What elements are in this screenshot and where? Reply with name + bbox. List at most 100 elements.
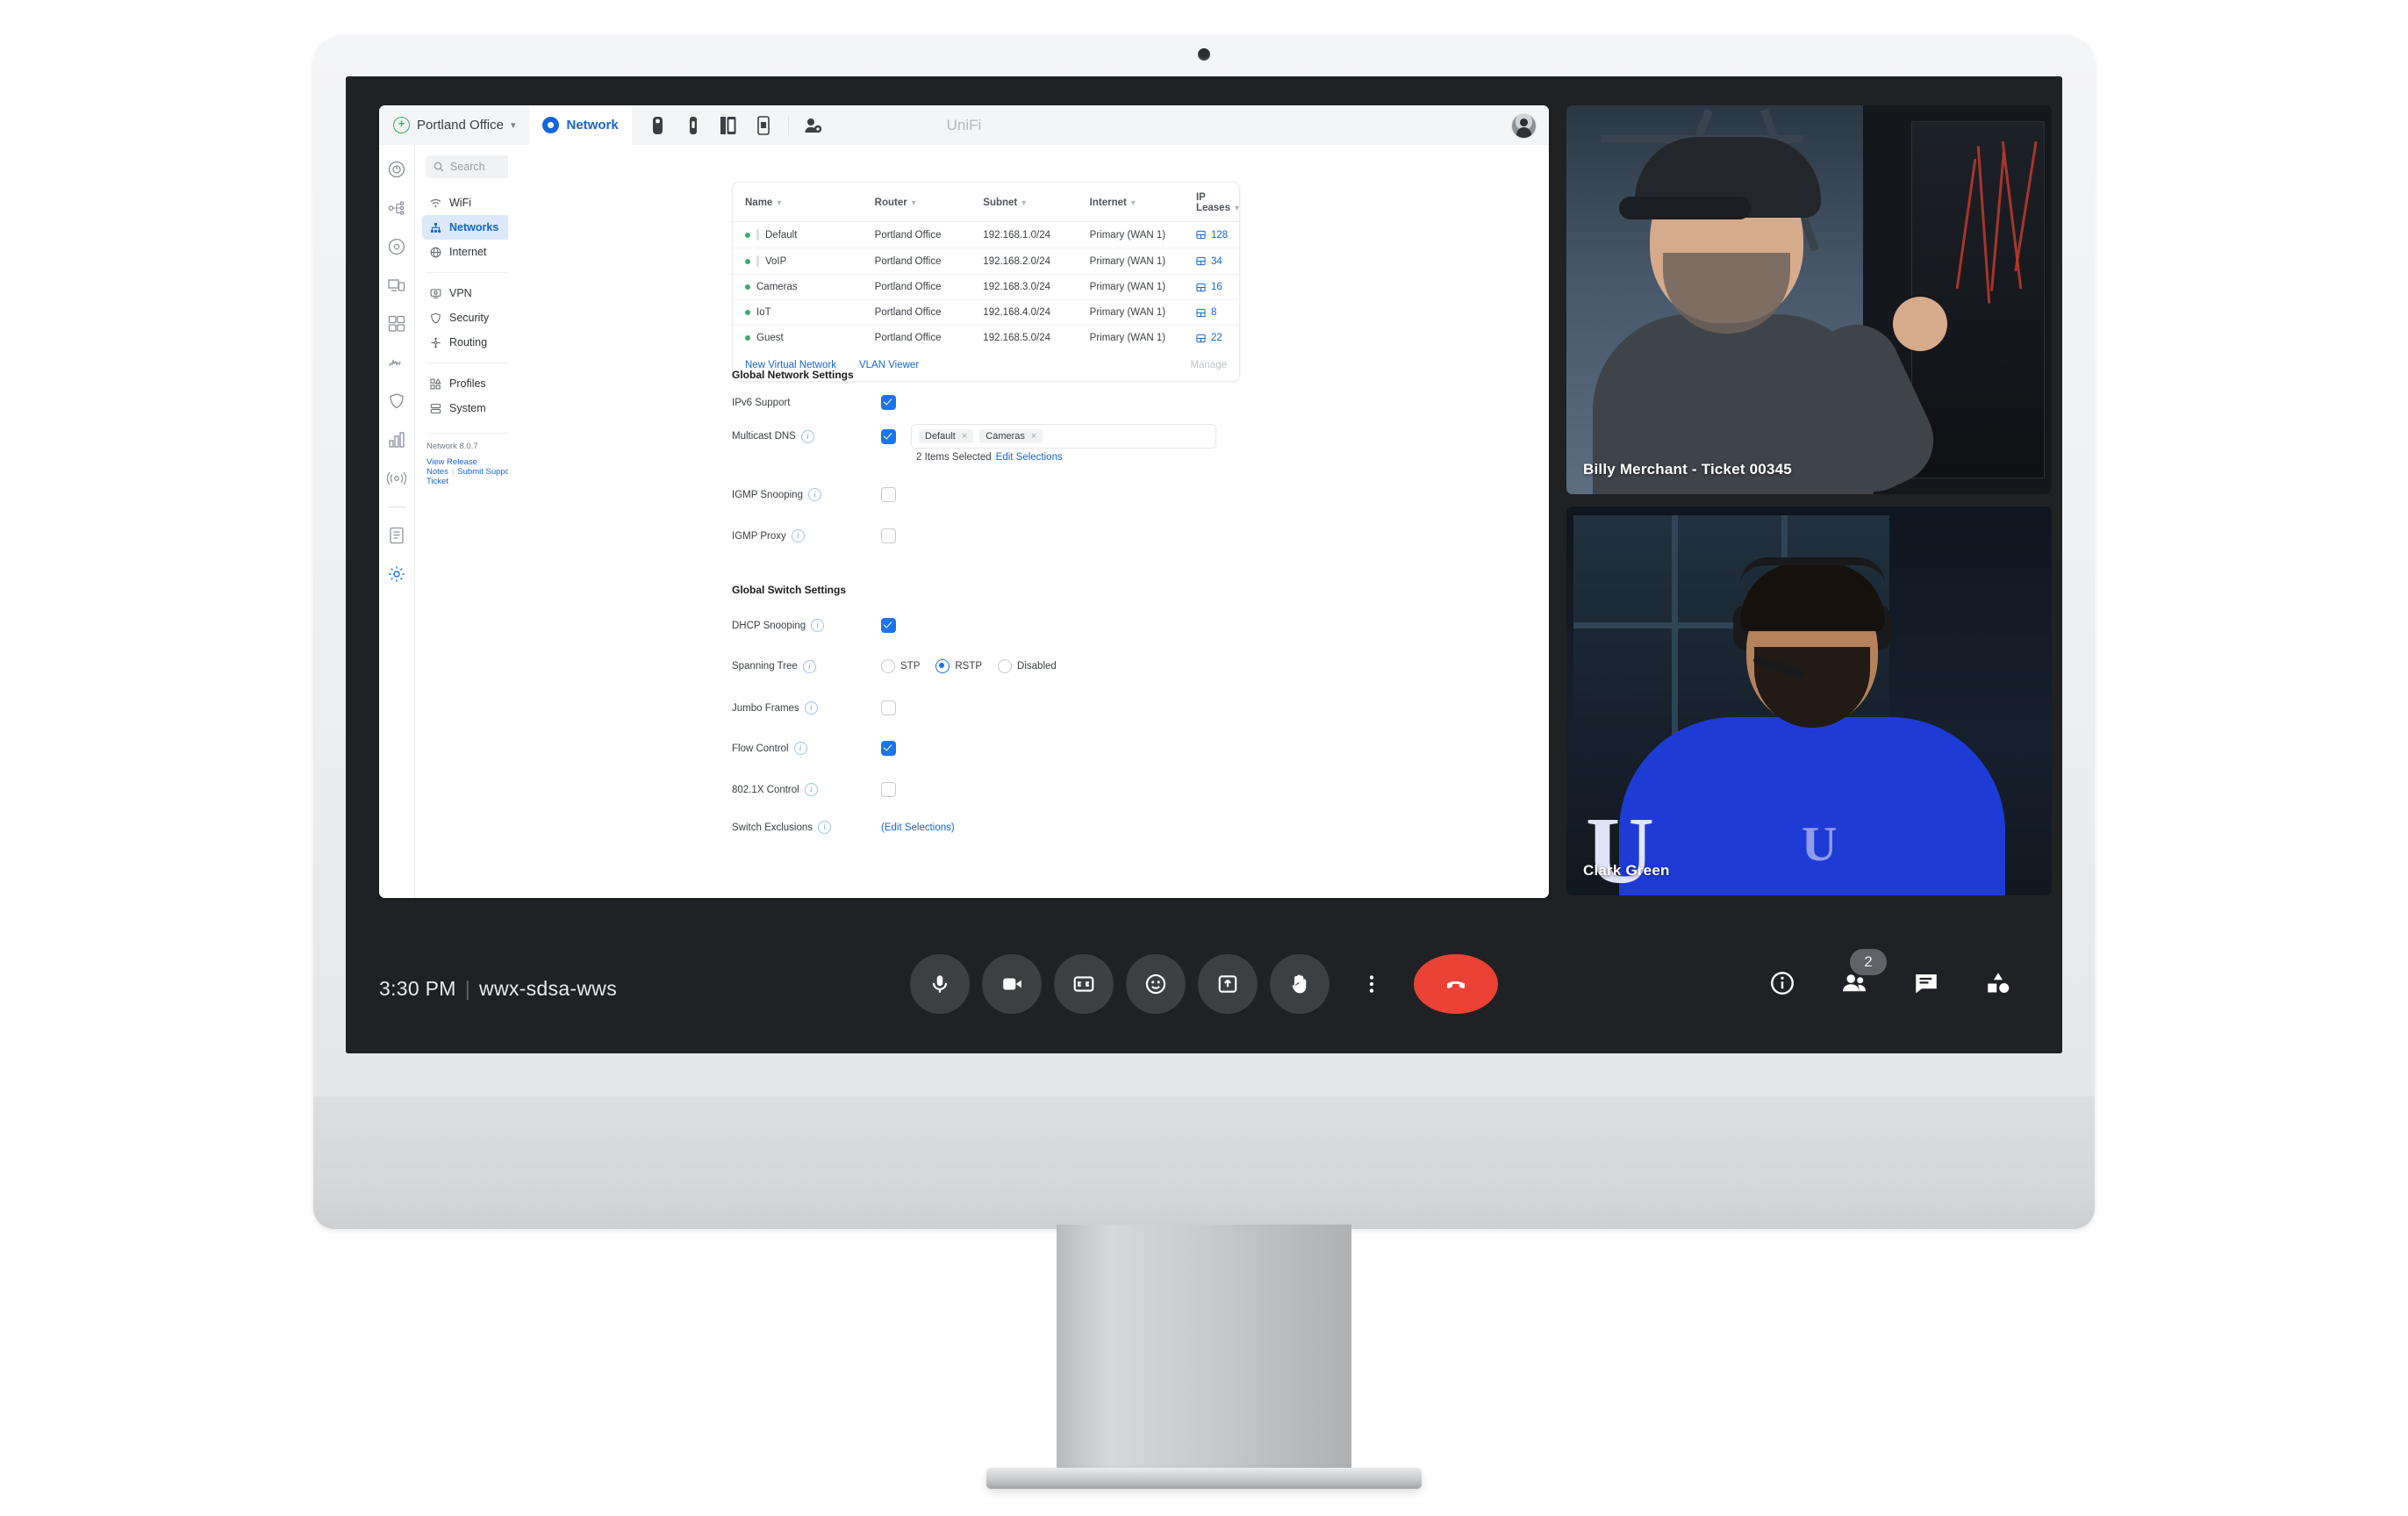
- info-icon[interactable]: i: [818, 821, 832, 834]
- protect-camera-icon[interactable]: [642, 105, 674, 145]
- microphone-button[interactable]: [910, 954, 970, 1014]
- chip-remove-icon[interactable]: ×: [962, 431, 967, 442]
- vlan-indent-bar: [756, 255, 759, 267]
- multicast-dns-checkbox[interactable]: [881, 428, 896, 444]
- talk-phone-icon[interactable]: [677, 105, 709, 145]
- sidebar-item-wifi-label: WiFi: [449, 197, 471, 209]
- table-row[interactable]: Default Portland Office 192.168.1.0/24 P…: [733, 221, 1239, 248]
- ipv6-support-checkbox[interactable]: [881, 395, 896, 410]
- search-input[interactable]: Search: [426, 155, 511, 178]
- status-dot: [745, 258, 750, 264]
- column-header-subnet[interactable]: Subnet ▾: [971, 183, 1077, 222]
- info-icon[interactable]: i: [793, 742, 807, 755]
- captions-button[interactable]: [1054, 954, 1114, 1014]
- info-icon[interactable]: i: [807, 488, 821, 501]
- sidebar-item-networks[interactable]: Networks: [422, 215, 514, 240]
- sidebar-item-vpn[interactable]: VPN: [422, 281, 514, 305]
- devices-icon[interactable]: [386, 236, 407, 257]
- multicast-dns-chips-input[interactable]: Default × Cameras ×: [911, 424, 1216, 449]
- networks-table: Name ▾ Router ▾ Subnet ▾ Internet ▾ IP Lease…: [733, 183, 1239, 350]
- access-door-icon[interactable]: [713, 105, 744, 145]
- dhcp-snooping-checkbox[interactable]: [881, 618, 896, 633]
- raise-hand-button[interactable]: [1270, 954, 1329, 1014]
- chip-remove-icon[interactable]: ×: [1031, 431, 1036, 442]
- sidebar-item-routing[interactable]: Routing: [422, 330, 514, 355]
- camera-button[interactable]: [982, 954, 1042, 1014]
- wireless-icon[interactable]: [386, 468, 407, 489]
- table-row[interactable]: Cameras Portland Office 192.168.3.0/24 P…: [733, 274, 1239, 300]
- clients-icon[interactable]: [386, 313, 407, 334]
- table-row[interactable]: Guest Portland Office 192.168.5.0/24 Pri…: [733, 325, 1239, 350]
- cell-ip-leases[interactable]: 22: [1183, 325, 1239, 350]
- logs-icon[interactable]: [386, 525, 407, 546]
- participant-tile-2[interactable]: U U Clark Green: [1566, 507, 2052, 895]
- settings-gear-icon[interactable]: [386, 564, 407, 585]
- table-row[interactable]: VoIP Portland Office 192.168.2.0/24 Prim…: [733, 248, 1239, 275]
- people-button[interactable]: 2: [1834, 949, 1887, 1003]
- chat-button[interactable]: [1906, 963, 1946, 1003]
- cell-ip-leases[interactable]: 128: [1183, 221, 1239, 248]
- column-header-ip-leases[interactable]: IP Leases ▾: [1184, 183, 1239, 222]
- insights-icon[interactable]: [386, 352, 407, 373]
- sidebar-item-internet[interactable]: Internet: [422, 240, 514, 264]
- cell-ip-leases[interactable]: 8: [1183, 299, 1239, 326]
- networks-table-card: Name ▾ Router ▾ Subnet ▾ Internet ▾ IP Lease…: [732, 182, 1240, 382]
- present-screen-button[interactable]: [1198, 954, 1258, 1014]
- sidebar-item-internet-label: Internet: [449, 246, 487, 258]
- screenshot-stage: + Portland Office ▾ Network UniFi Search…: [0, 0, 2408, 1516]
- manage-link[interactable]: Manage: [1190, 360, 1227, 370]
- column-header-name[interactable]: Name ▾: [733, 183, 863, 222]
- cell-name: IoT: [733, 299, 863, 326]
- info-icon[interactable]: i: [811, 619, 825, 632]
- igmp-snooping-row: IGMP Snooping i: [732, 487, 896, 502]
- igmp-snooping-checkbox[interactable]: [881, 487, 896, 502]
- table-row[interactable]: IoT Portland Office 192.168.4.0/24 Prima…: [733, 299, 1239, 326]
- info-icon[interactable]: i: [804, 701, 818, 715]
- sidebar-item-wifi[interactable]: WiFi: [422, 190, 514, 215]
- vlan-viewer-link[interactable]: VLAN Viewer: [859, 360, 919, 370]
- jumbo-frames-checkbox[interactable]: [881, 701, 896, 715]
- cell-ip-leases[interactable]: 16: [1183, 274, 1239, 300]
- sidebar-item-security[interactable]: Security: [422, 305, 514, 330]
- info-icon[interactable]: i: [804, 783, 818, 796]
- spanning-tree-option-disabled[interactable]: Disabled: [998, 659, 1057, 673]
- people-count-badge: 2: [1850, 949, 1887, 975]
- more-options-button[interactable]: [1342, 954, 1401, 1014]
- chevron-down-icon: ▾: [911, 198, 916, 208]
- info-icon[interactable]: i: [791, 529, 805, 542]
- emoji-button[interactable]: [1126, 954, 1186, 1014]
- info-icon[interactable]: i: [800, 429, 814, 443]
- spanning-tree-option-rstp[interactable]: RSTP: [935, 659, 982, 673]
- edit-selections-link[interactable]: Edit Selections: [992, 452, 1063, 463]
- dhcp-snooping-row: DHCP Snooping i: [732, 618, 896, 633]
- spanning-tree-option-stp[interactable]: STP: [881, 659, 920, 673]
- dashboard-icon[interactable]: [386, 159, 407, 180]
- security-shield-icon[interactable]: [386, 391, 407, 412]
- column-header-internet[interactable]: Internet ▾: [1078, 183, 1184, 222]
- site-selector[interactable]: + Portland Office ▾: [379, 117, 529, 133]
- igmp-proxy-checkbox[interactable]: [881, 528, 896, 543]
- client-devices-icon[interactable]: [386, 275, 407, 296]
- dot1x-control-checkbox[interactable]: [881, 782, 896, 797]
- statistics-icon[interactable]: [386, 429, 407, 450]
- cell-subnet: 192.168.5.0/24: [971, 325, 1078, 350]
- cell-ip-leases[interactable]: 34: [1183, 248, 1239, 275]
- sidebar-item-system[interactable]: System: [422, 396, 514, 420]
- cell-router: Portland Office: [862, 299, 971, 326]
- activities-button[interactable]: [1978, 963, 2018, 1003]
- tab-network[interactable]: Network: [529, 105, 632, 145]
- network-app-icon: [542, 117, 560, 133]
- sidebar-item-profiles[interactable]: Profiles: [422, 371, 514, 396]
- meeting-details-button[interactable]: [1762, 963, 1802, 1003]
- flow-control-checkbox[interactable]: [881, 741, 896, 756]
- column-header-router[interactable]: Router ▾: [863, 183, 971, 222]
- end-call-button[interactable]: [1414, 954, 1498, 1014]
- admin-user-icon[interactable]: [798, 105, 829, 145]
- info-icon[interactable]: i: [802, 659, 816, 673]
- connect-display-icon[interactable]: [748, 105, 779, 145]
- avatar[interactable]: [1511, 113, 1537, 139]
- participant-tile-1[interactable]: Billy Merchant - Ticket 00345: [1566, 105, 2052, 494]
- igmp-proxy-row: IGMP Proxy i: [732, 528, 896, 543]
- switch-exclusions-edit-link[interactable]: (Edit Selections): [881, 823, 955, 833]
- topology-icon[interactable]: [386, 198, 407, 219]
